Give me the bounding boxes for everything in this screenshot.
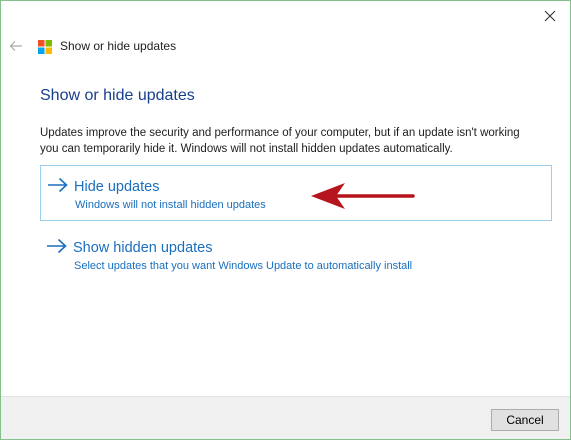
close-button[interactable] (536, 5, 564, 27)
windows-logo-icon (38, 40, 52, 54)
close-icon (544, 10, 556, 22)
title-bar (1, 1, 570, 31)
cancel-button[interactable]: Cancel (491, 409, 559, 431)
page-title: Show or hide updates (40, 87, 195, 104)
hide-updates-option[interactable]: Hide updates Windows will not install hi… (40, 165, 552, 221)
back-arrow-icon (9, 41, 22, 51)
show-hidden-updates-option[interactable]: Show hidden updates Select updates that … (40, 227, 552, 283)
show-hidden-updates-subtitle: Select updates that you want Windows Upd… (74, 260, 413, 272)
red-annotation-arrow (311, 183, 415, 209)
description-text: Updates improve the security and perform… (40, 127, 520, 155)
hide-updates-subtitle: Windows will not install hidden updates (75, 199, 266, 211)
dialog-window: Show or hide updates Show or hide update… (0, 0, 571, 440)
back-button[interactable] (7, 37, 25, 55)
right-arrow-icon (47, 238, 67, 254)
dialog-footer: Cancel (1, 396, 570, 439)
right-arrow-icon (48, 177, 68, 193)
navigation-row: Show or hide updates (1, 31, 570, 61)
window-title: Show or hide updates (60, 39, 177, 53)
show-hidden-updates-title: Show hidden updates (73, 240, 213, 256)
hide-updates-title: Hide updates (74, 179, 160, 195)
